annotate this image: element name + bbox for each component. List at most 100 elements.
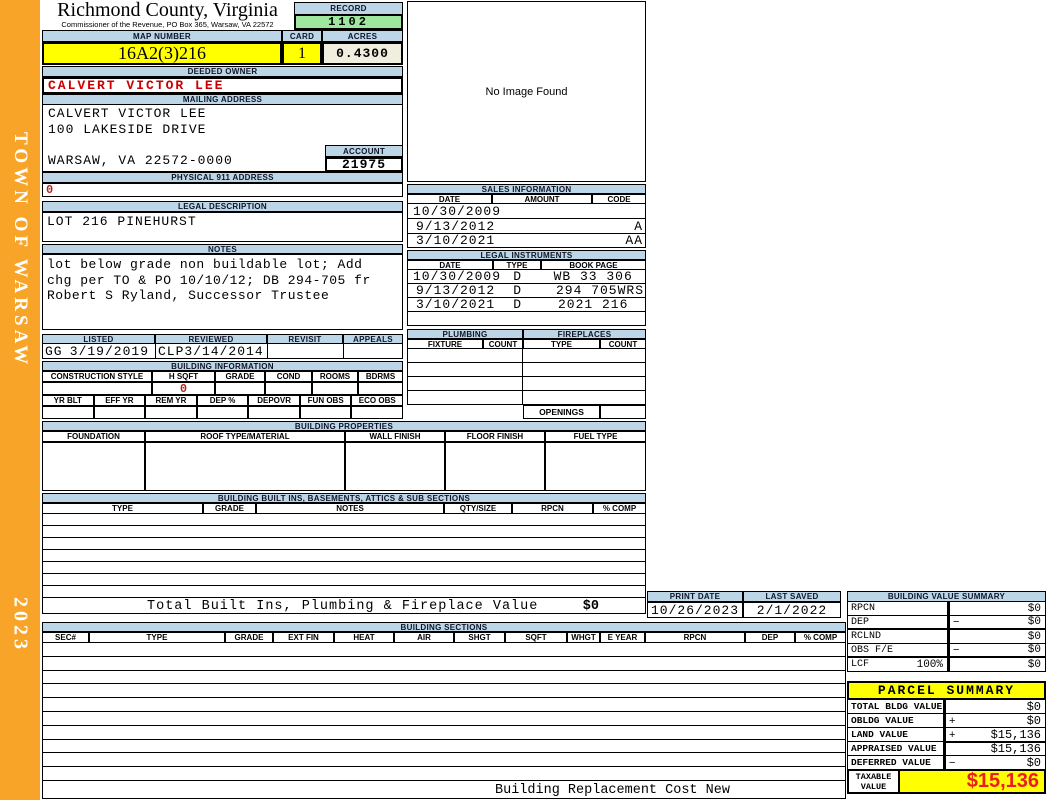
built-ins-rows [42,514,646,598]
sales-col-date: DATE [407,194,492,204]
li-bookpage: 2021 216 [557,297,629,312]
deeded-owner-label: DEEDED OWNER [42,66,403,77]
card-value: 1 [282,42,322,65]
ps-value: $0 [1026,713,1041,728]
ps-op: − [949,756,956,769]
print-date-label: PRINT DATE [647,591,743,602]
property-record-card: TOWN OF WARSAW 2023 Richmond County, Vir… [0,0,1050,800]
bvs-title: BUILDING VALUE SUMMARY [847,591,1046,602]
bin-col-qty: QTY/SIZE [444,503,512,514]
bvs-label: RCLND [851,631,882,642]
bvs-label: RPCN [851,603,876,614]
sidebar-year-label: 2023 [9,597,32,653]
building-properties-table: BUILDING PROPERTIES FOUNDATION ROOF TYPE… [42,421,646,491]
bi-col-effyr: EFF YR [93,395,146,406]
bp-values [42,442,646,491]
bp-col-wall: WALL FINISH [345,431,445,442]
building-sections-row-empty [42,739,846,754]
bs-col-sec: SEC# [42,632,89,643]
building-sections-row-empty [42,643,846,657]
bvs-value: $0 [1027,616,1041,628]
bp-fuel-value [545,442,646,491]
built-ins-total-value: $0 [582,599,599,614]
pf-rows [407,349,646,405]
ps-row: TOTAL BLDG VALUE $0 [847,700,1046,714]
building-value-summary: BUILDING VALUE SUMMARY RPCN $0 DEP − $0 R… [847,591,1046,672]
sales-row: 10/30/2009 [407,204,646,219]
legal-instruments-title: LEGAL INSTRUMENTS [407,250,646,260]
acres-value: 0.4300 [322,42,403,65]
sales-row: 9/13/2012 A [407,219,646,234]
record-label: RECORD [294,2,403,15]
last-saved-value: 2/1/2022 [743,602,841,618]
review-table: LISTED REVIEWED REVISIT APPEALS GG 3/19/… [42,334,403,359]
sales-information-table: SALES INFORMATION DATE AMOUNT CODE 10/30… [407,184,646,248]
bi-cond-value [265,382,312,395]
ps-op: + [949,714,956,727]
li-type: D [513,283,523,298]
county-header: Richmond County, Virginia Commissioner o… [42,0,293,30]
county-title: Richmond County, Virginia [57,0,278,21]
ps-value: $15,136 [990,727,1041,742]
sales-column-headers: DATE AMOUNT CODE [407,194,646,204]
review-headers: LISTED REVIEWED REVISIT APPEALS [42,334,403,344]
sidebar-town-label: TOWN OF WARSAW [10,131,31,369]
bvs-value: $0 [1027,630,1041,643]
bi-col-ecoobs: ECO OBS [351,395,404,406]
built-ins-title: BUILDING BUILT INS, BASEMENTS, ATTICS & … [42,493,646,503]
building-sections-row-empty [42,684,846,699]
legal-description-value: LOT 216 PINEHURST [42,212,403,242]
bi-value-cell [299,406,352,419]
listed-by: GG [45,343,63,359]
no-image-text: No Image Found [485,85,568,98]
ps-label: DEFERRED VALUE [847,756,944,770]
li-date: 3/10/2021 [416,297,496,312]
listed-date: 3/19/2019 [69,343,149,359]
account-value: 21975 [325,157,403,172]
built-ins-total-row: Total Built Ins, Plumbing & Fireplace Va… [42,598,646,614]
physical-911-label: PHYSICAL 911 ADDRESS [42,172,403,183]
bvs-row: LCF 100% $0 [847,658,1046,672]
taxable-value-label: TAXABLE VALUE [847,770,900,794]
building-sections-row-empty [42,725,846,740]
notes-block: lot below grade non buildable lot; Add c… [42,254,403,330]
notes-line: Robert S Ryland, Successor Trustee [47,288,330,303]
building-sections-rows [42,643,846,781]
reviewed-value: CLP 3/14/2014 [156,344,268,359]
bvs-value: $0 [1027,644,1041,656]
bi-value-cell [351,406,404,419]
bi-bdrms-value [358,382,403,395]
bvs-lcf-percent: 100% [916,658,943,671]
mailing-address-label: MAILING ADDRESS [42,94,403,105]
bvs-label: LCF [851,659,870,670]
legal-description-label: LEGAL DESCRIPTION [42,201,403,212]
physical-911-value: 0 [42,183,403,197]
built-ins-total-label: Total Built Ins, Plumbing & Fireplace Va… [147,599,539,614]
built-ins-row-empty [42,514,646,526]
bs-col-type: TYPE [89,632,225,643]
bi-values-row2 [42,406,404,419]
last-saved-label: LAST SAVED [743,591,841,602]
print-info-headers: PRINT DATE LAST SAVED [647,591,841,602]
fireplaces-title: FIREPLACES [523,329,646,339]
building-sections-row-empty [42,767,846,781]
map-value-row: 16A2(3)216 1 0.4300 [42,42,403,65]
building-sections-row-empty [42,711,846,726]
bi-col-construction-style: CONSTRUCTION STYLE [42,371,152,382]
bvs-row: RCLND $0 [847,630,1046,644]
li-type: D [513,297,523,312]
bin-col-grade: GRADE [203,503,256,514]
ps-op: + [949,728,956,741]
pf-titles: PLUMBING FIREPLACES [407,329,646,339]
built-ins-row-empty [42,538,646,550]
sales-row: 3/10/2021 AA [407,233,646,248]
pf-row-empty [407,349,646,363]
ps-row: DEFERRED VALUE − $0 [847,756,1046,770]
acres-label: ACRES [322,30,403,42]
building-replacement-label: Building Replacement Cost New [495,782,730,798]
building-information-table: BUILDING INFORMATION CONSTRUCTION STYLE … [42,361,404,419]
bi-hsqft-value: 0 [152,382,215,396]
listed-label: LISTED [42,334,155,344]
mailing-line: CALVERT VICTOR LEE [48,106,207,121]
ps-label: LAND VALUE [847,728,944,742]
